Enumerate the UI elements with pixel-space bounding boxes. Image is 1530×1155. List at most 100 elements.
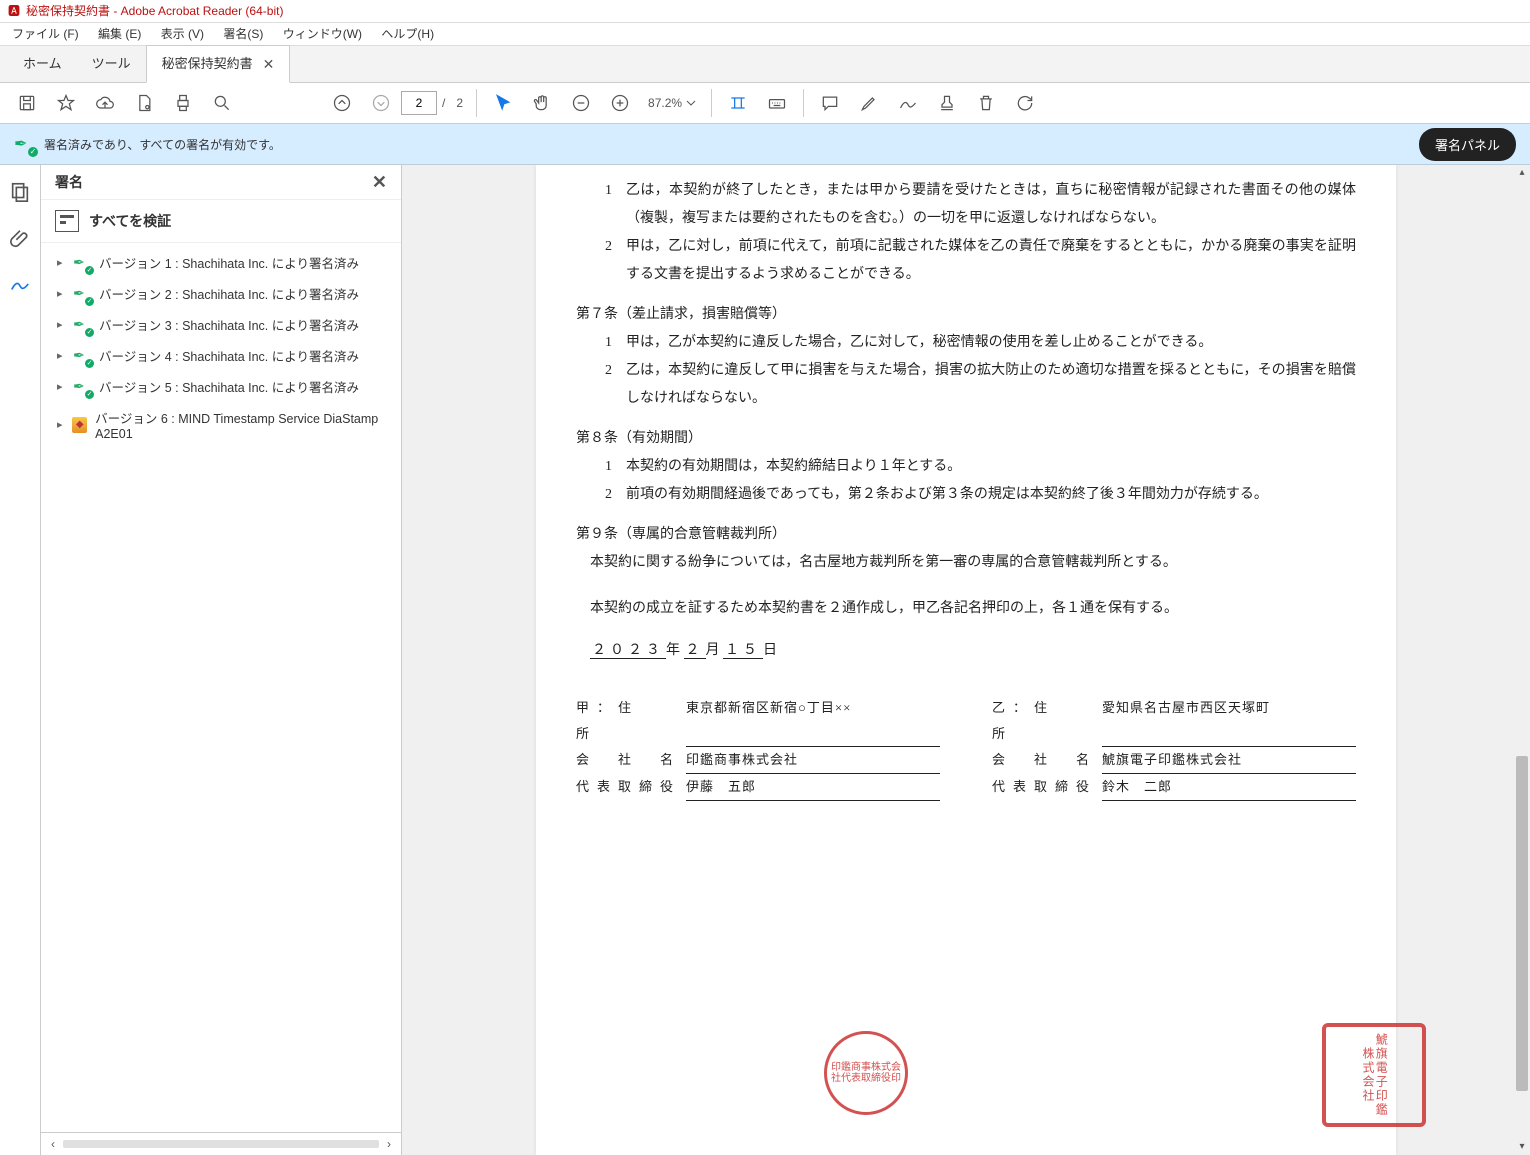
hscroll-track[interactable]: [63, 1140, 379, 1148]
signature-label: バージョン 3 : Shachihata Inc. により署名済み: [99, 315, 359, 334]
clause-text: 乙は，本契約が終了したとき，または甲から要請を受けたときは，直ちに秘密情報が記録…: [626, 177, 1356, 233]
party-b-address: 愛知県名古屋市西区天塚町: [1102, 695, 1356, 747]
fit-width-icon[interactable]: [719, 84, 757, 122]
tab-close-icon[interactable]: ✕: [263, 46, 275, 82]
chevron-down-icon: [686, 98, 696, 108]
cursor-icon[interactable]: [484, 84, 522, 122]
timestamp-icon: ◆: [72, 417, 87, 433]
party-a-company: 印鑑商事株式会社: [686, 747, 940, 774]
party-b-block: 乙：住 所愛知県名古屋市西区天塚町 会 社 名鯱旗電子印鑑株式会社 代表取締役鈴…: [992, 695, 1356, 801]
validate-all-button[interactable]: すべてを検証: [41, 200, 401, 243]
clause-text: 乙は，本契約に違反して甲に損害を与えた場合，損害の拡大防止のため適切な措置を採る…: [626, 357, 1356, 413]
signature-label: バージョン 2 : Shachihata Inc. により署名済み: [99, 284, 359, 303]
signature-blocks: 甲：住 所東京都新宿区新宿○丁目×× 会 社 名印鑑商事株式会社 代表取締役伊藤…: [576, 695, 1356, 801]
cloud-upload-icon[interactable]: [86, 84, 124, 122]
menu-bar: ファイル (F) 編集 (E) 表示 (V) 署名(S) ウィンドウ(W) ヘル…: [0, 23, 1530, 46]
tab-bar: ホーム ツール 秘密保持契約書 ✕: [0, 46, 1530, 83]
list-check-icon: [55, 210, 79, 232]
signature-status-text: 署名済みであり、すべての署名が有効です。: [44, 136, 281, 153]
signed-ok-icon: ✒✓: [73, 347, 91, 365]
side-panel-title: 署名: [55, 172, 83, 192]
menu-file[interactable]: ファイル (F): [4, 23, 87, 45]
signature-row[interactable]: ▸✒✓バージョン 2 : Shachihata Inc. により署名済み: [55, 278, 395, 309]
thumbnails-icon[interactable]: [9, 181, 31, 203]
rotate-icon[interactable]: [1006, 84, 1044, 122]
tab-document[interactable]: 秘密保持契約書 ✕: [146, 45, 291, 83]
search-icon[interactable]: [203, 84, 241, 122]
zoom-out-icon[interactable]: [562, 84, 600, 122]
chevron-right-icon: ▸: [57, 349, 65, 362]
party-b-address-label: 乙：住 所: [992, 695, 1102, 747]
menu-view[interactable]: 表示 (V): [153, 23, 212, 45]
menu-edit[interactable]: 編集 (E): [90, 23, 149, 45]
signature-label: バージョン 4 : Shachihata Inc. により署名済み: [99, 346, 359, 365]
menu-window[interactable]: ウィンドウ(W): [275, 23, 370, 45]
page-number-input[interactable]: [401, 91, 437, 115]
clause-text: 甲は，乙に対し，前項に代えて，前項に記載された媒体を乙の責任で廃棄をするとともに…: [626, 233, 1356, 289]
zoom-in-icon[interactable]: [601, 84, 639, 122]
vscroll-track[interactable]: [1514, 181, 1530, 1139]
zoom-select[interactable]: 87.2%: [640, 96, 704, 110]
left-rail: [0, 165, 41, 1155]
clause-num: 1: [576, 177, 626, 233]
signature-panel-button[interactable]: 署名パネル: [1419, 128, 1516, 161]
signed-ok-icon: ✒✓: [73, 316, 91, 334]
article-9-text: 本契約に関する紛争については，名古屋地方裁判所を第一審の専属的合意管轄裁判所とす…: [576, 549, 1356, 577]
pdf-page: 1乙は，本契約が終了したとき，または甲から要請を受けたときは，直ちに秘密情報が記…: [536, 165, 1396, 1155]
article-7-title: 第７条（差止請求，損害賠償等）: [576, 301, 1356, 329]
menu-sign[interactable]: 署名(S): [215, 23, 271, 45]
party-a-address: 東京都新宿区新宿○丁目××: [686, 695, 940, 747]
signatures-pane-icon[interactable]: [9, 273, 31, 295]
hand-icon[interactable]: [523, 84, 561, 122]
clause-num: 1: [576, 329, 626, 357]
signature-row[interactable]: ▸✒✓バージョン 1 : Shachihata Inc. により署名済み: [55, 247, 395, 278]
signature-row[interactable]: ▸✒✓バージョン 3 : Shachihata Inc. により署名済み: [55, 309, 395, 340]
party-a-address-label: 甲：住 所: [576, 695, 686, 747]
save-icon[interactable]: [8, 84, 46, 122]
clause-text: 甲は，乙が本契約に違反した場合，乙に対して，秘密情報の使用を差し止めることができ…: [626, 329, 1356, 357]
article-9-title: 第９条（専属的合意管轄裁判所）: [576, 521, 1356, 549]
validate-all-label: すべてを検証: [89, 211, 171, 231]
highlight-icon[interactable]: [850, 84, 888, 122]
close-panel-icon[interactable]: ✕: [372, 172, 387, 193]
tab-home[interactable]: ホーム: [8, 46, 77, 82]
signatures-side-panel: 署名 ✕ すべてを検証 ▸✒✓バージョン 1 : Shachihata Inc.…: [41, 165, 402, 1155]
attachments-icon[interactable]: [9, 227, 31, 249]
print-icon[interactable]: [164, 84, 202, 122]
scroll-right-icon[interactable]: ›: [383, 1137, 395, 1151]
delete-icon[interactable]: [967, 84, 1005, 122]
star-icon[interactable]: [47, 84, 85, 122]
signature-row[interactable]: ▸ ✒✓ バージョン 4 : Shachihata Inc. により署名済み: [55, 340, 395, 371]
party-b-company-label: 会 社 名: [992, 747, 1102, 774]
menu-help[interactable]: ヘルプ(H): [373, 23, 442, 45]
page-up-icon[interactable]: [323, 84, 361, 122]
stamp-icon[interactable]: [928, 84, 966, 122]
vertical-scrollbar[interactable]: ▴ ▾: [1514, 165, 1530, 1155]
sign-icon[interactable]: [889, 84, 927, 122]
page-down-icon[interactable]: [362, 84, 400, 122]
tab-tools[interactable]: ツール: [77, 46, 146, 82]
page-total: 2: [452, 96, 469, 110]
vscroll-thumb[interactable]: [1516, 756, 1528, 1091]
scroll-up-icon[interactable]: ▴: [1514, 165, 1530, 181]
signatures-valid-icon: ✒✓: [14, 134, 34, 154]
page-separator: /: [438, 96, 451, 110]
signature-row[interactable]: ▸◆バージョン 6 : MIND Timestamp Service DiaSt…: [55, 402, 395, 447]
signature-row[interactable]: ▸✒✓バージョン 5 : Shachihata Inc. により署名済み: [55, 371, 395, 402]
app-icon: 🅰: [8, 0, 20, 22]
comment-icon[interactable]: [811, 84, 849, 122]
body-area: 署名 ✕ すべてを検証 ▸✒✓バージョン 1 : Shachihata Inc.…: [0, 165, 1530, 1155]
signature-label: バージョン 5 : Shachihata Inc. により署名済み: [99, 377, 359, 396]
scroll-left-icon[interactable]: ‹: [47, 1137, 59, 1151]
signature-label: バージョン 1 : Shachihata Inc. により署名済み: [99, 253, 359, 272]
article-8-title: 第８条（有効期間）: [576, 425, 1356, 453]
document-view[interactable]: 1乙は，本契約が終了したとき，または甲から要請を受けたときは，直ちに秘密情報が記…: [402, 165, 1530, 1155]
keyboard-icon[interactable]: [758, 84, 796, 122]
page-lock-icon[interactable]: [125, 84, 163, 122]
signature-status-bar: ✒✓ 署名済みであり、すべての署名が有効です。 署名パネル: [0, 124, 1530, 165]
chevron-right-icon: ▸: [57, 418, 64, 431]
date-year: ２０２３: [590, 643, 666, 659]
clause-num: 2: [576, 357, 626, 413]
scroll-down-icon[interactable]: ▾: [1514, 1139, 1530, 1155]
side-panel-header: 署名 ✕: [41, 165, 401, 200]
